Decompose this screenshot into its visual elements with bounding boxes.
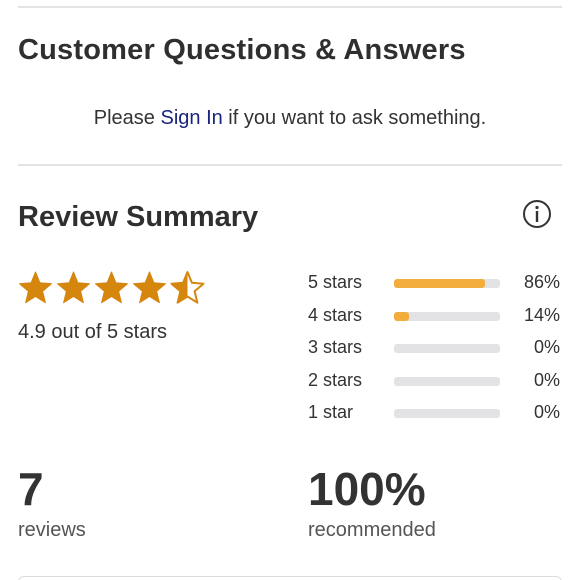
star-full-icon — [94, 269, 129, 306]
reviews-count: 7 — [18, 463, 44, 515]
rating-bar-percent: 0% — [533, 337, 560, 357]
qa-section-title: Customer Questions & Answers — [18, 34, 466, 66]
rating-bar-track — [394, 279, 500, 288]
recommended-label: recommended — [308, 519, 436, 541]
rating-bar-track — [394, 376, 500, 386]
prompt-text-before: Please — [93, 107, 161, 129]
rating-bar-fill — [394, 279, 486, 288]
rating-bar-label: 4 stars — [308, 304, 363, 325]
info-icon[interactable] — [522, 199, 552, 229]
next-section-card — [18, 576, 562, 580]
rating-bar-label: 1 star — [308, 402, 354, 422]
star-full-icon — [56, 269, 91, 306]
rating-bar-row[interactable]: 5 stars 86% — [308, 272, 560, 294]
rating-bar-track — [394, 409, 500, 418]
review-page: Customer Questions & Answers Please Sign… — [0, 0, 580, 580]
rating-bar-label: 2 stars — [308, 369, 363, 390]
star-full-icon — [132, 269, 167, 306]
rating-bar-percent: 0% — [533, 369, 560, 390]
recommended-percent: 100% — [308, 463, 426, 515]
rating-bar-percent: 86% — [523, 272, 560, 292]
rating-text: 4.9 out of 5 stars — [18, 321, 167, 343]
rating-bar-track — [394, 311, 500, 321]
rating-bar-row[interactable]: 4 stars 14% — [308, 305, 560, 327]
rating-bar-row[interactable]: 3 stars 0% — [308, 337, 560, 359]
rating-bar-track — [394, 344, 500, 353]
star-full-icon — [18, 269, 53, 306]
rating-bar-percent: 14% — [523, 304, 560, 325]
rating-bar-fill — [394, 311, 409, 321]
star-half-icon — [170, 269, 205, 306]
sign-in-link[interactable]: Sign In — [160, 107, 222, 129]
star-rating — [18, 269, 205, 309]
rating-bar-label: 5 stars — [308, 272, 363, 292]
rating-bar-label: 3 stars — [308, 337, 363, 357]
review-summary-title: Review Summary — [18, 201, 259, 233]
top-divider — [18, 6, 562, 8]
section-divider — [18, 164, 562, 166]
ask-question-prompt: Please Sign In if you want to ask someth… — [0, 107, 580, 130]
prompt-text-after: if you want to ask something. — [222, 107, 487, 129]
rating-bar-percent: 0% — [533, 402, 560, 422]
reviews-label: reviews — [18, 519, 86, 541]
rating-bar-row[interactable]: 2 stars 0% — [308, 370, 560, 392]
rating-bar-row[interactable]: 1 star 0% — [308, 402, 560, 424]
